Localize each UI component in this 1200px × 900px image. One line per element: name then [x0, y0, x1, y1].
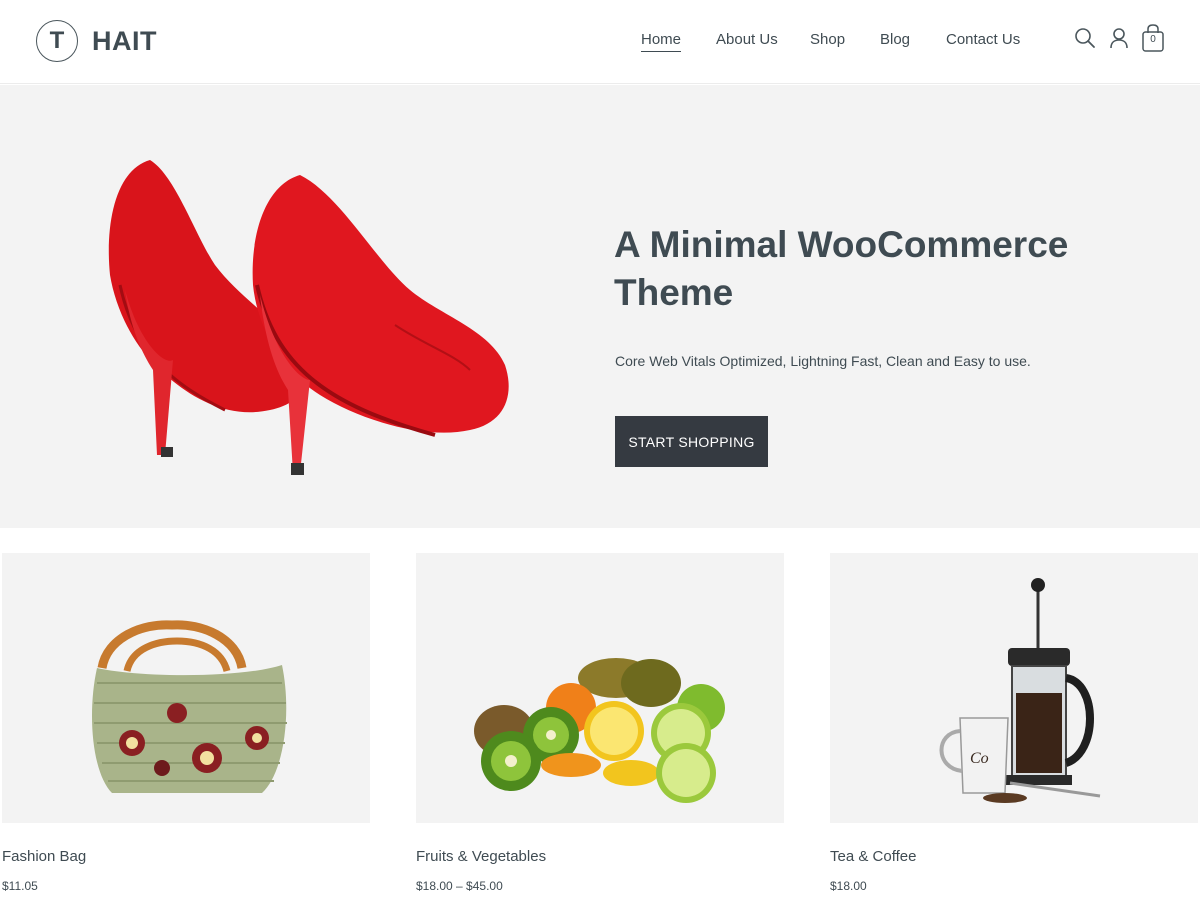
hero-banner: A Minimal WooCommerce Theme Core Web Vit… — [0, 85, 1200, 528]
main-nav: Home About Us Shop Blog Contact Us — [0, 31, 1200, 55]
nav-item-home[interactable]: Home — [641, 31, 682, 52]
product-image[interactable] — [416, 553, 784, 823]
product-price: $11.05 — [2, 879, 38, 893]
french-press-coffee-image: Co — [939, 578, 1101, 803]
cart-count-badge: 0 — [1150, 34, 1156, 45]
product-name[interactable]: Tea & Coffee — [830, 848, 1198, 865]
product-price: $18.00 — [830, 879, 867, 893]
product-name[interactable]: Fruits & Vegetables — [416, 848, 784, 865]
nav-item-shop[interactable]: Shop — [810, 31, 845, 48]
product-price: $18.00 – $45.00 — [416, 879, 503, 893]
start-shopping-button[interactable]: START SHOPPING — [615, 416, 768, 467]
hero-subtitle: Core Web Vitals Optimized, Lightning Fas… — [615, 353, 1031, 369]
fruit-pile-image — [474, 658, 725, 803]
user-icon[interactable] — [1106, 22, 1132, 54]
cart-button[interactable]: 0 — [1140, 22, 1166, 54]
hero-title: A Minimal WooCommerce Theme — [614, 224, 1069, 313]
search-icon[interactable] — [1072, 22, 1098, 54]
product-card[interactable]: Fruits & Vegetables $18.00 – $45.00 — [416, 553, 784, 893]
site-header: T HAIT Home About Us Shop Blog Contact U… — [0, 0, 1200, 84]
product-name[interactable]: Fashion Bag — [2, 848, 370, 865]
svg-text:Co: Co — [970, 750, 989, 767]
product-card[interactable]: Co Tea & Coffee $18.00 — [830, 553, 1198, 893]
nav-item-about-us[interactable]: About Us — [716, 31, 778, 48]
red-high-heel-shoes-image — [108, 160, 509, 475]
product-image[interactable] — [2, 553, 370, 823]
product-card[interactable]: Fashion Bag $11.05 — [2, 553, 370, 893]
product-image[interactable]: Co — [830, 553, 1198, 823]
woven-handbag-image — [92, 620, 287, 793]
nav-item-contact-us[interactable]: Contact Us — [946, 31, 1020, 48]
nav-item-blog[interactable]: Blog — [880, 31, 910, 48]
